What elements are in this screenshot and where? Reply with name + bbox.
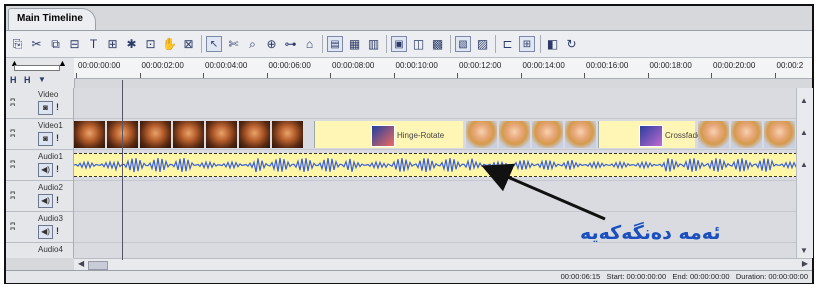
annotation-arrow [481, 163, 606, 221]
annotation-caption: ئەمە دەنگەکەیە [580, 222, 721, 244]
